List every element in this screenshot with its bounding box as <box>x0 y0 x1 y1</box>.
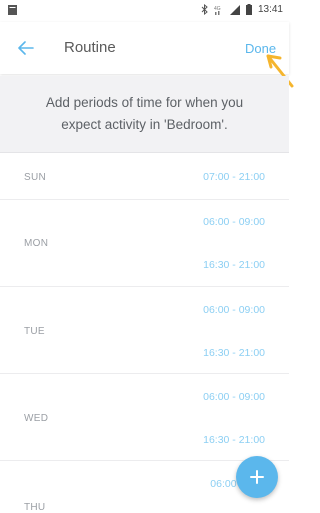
day-label: THU <box>24 502 46 513</box>
signal-icon <box>229 4 240 15</box>
app-bar: Routine Done <box>0 22 289 74</box>
arrow-left-icon <box>18 41 34 55</box>
time-slot[interactable]: 16:30 - 21:00 <box>203 347 265 359</box>
banner-line-2: expect activity in 'Bedroom'. <box>61 117 228 132</box>
battery-icon <box>245 4 252 15</box>
time-slot[interactable]: 16:30 - 21:00 <box>203 434 265 446</box>
add-period-button[interactable] <box>236 456 278 498</box>
day-label: SUN <box>24 172 47 183</box>
time-slot[interactable]: 16:30 - 21:00 <box>203 259 265 271</box>
day-row-wed: WED 06:00 - 09:00 16:30 - 21:00 <box>0 374 289 461</box>
status-bar: 4G 13:41 <box>0 0 289 22</box>
day-row-sun: SUN 07:00 - 21:00 <box>0 153 289 200</box>
status-time: 13:41 <box>257 4 283 15</box>
time-slot[interactable]: 06:00 - 09:00 <box>203 391 265 403</box>
info-banner: Add periods of time for when you expect … <box>0 76 289 153</box>
time-slot[interactable]: 06:00 - 09:00 <box>203 216 265 228</box>
day-label: WED <box>24 413 49 424</box>
svg-text:4G: 4G <box>214 6 221 12</box>
day-label: TUE <box>24 326 45 337</box>
page-title: Routine <box>64 39 116 56</box>
day-label: MON <box>24 238 49 249</box>
signal-strength-icon: 4G <box>214 6 221 15</box>
time-slot[interactable]: 07:00 - 21:00 <box>203 171 265 183</box>
day-row-mon: MON 06:00 - 09:00 16:30 - 21:00 <box>0 200 289 287</box>
banner-line-1: Add periods of time for when you <box>45 95 244 110</box>
bluetooth-icon <box>201 4 208 15</box>
time-slot[interactable]: 06:00 - 09:00 <box>203 304 265 316</box>
notification-icon <box>8 5 17 15</box>
plus-icon <box>250 470 264 484</box>
day-row-tue: TUE 06:00 - 09:00 16:30 - 21:00 <box>0 287 289 374</box>
back-button[interactable] <box>14 36 38 60</box>
